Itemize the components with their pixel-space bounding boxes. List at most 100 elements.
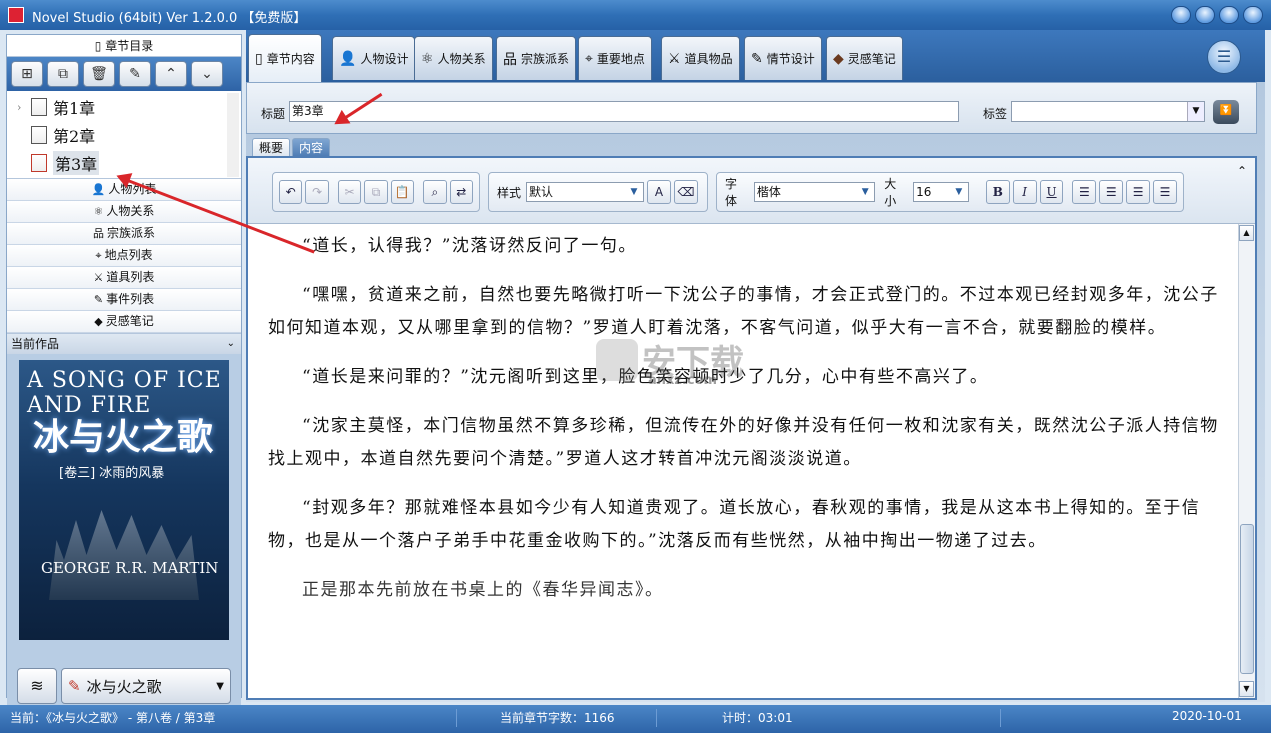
menu-icon: ☰: [1216, 47, 1232, 66]
tab-character-design[interactable]: 👤 人物设计: [332, 36, 416, 80]
align-left-button[interactable]: ☰: [1072, 180, 1097, 204]
subtab-content[interactable]: 内容: [292, 138, 331, 156]
redo-button[interactable]: ↷: [305, 180, 329, 204]
current-work-header[interactable]: 当前作品 ⌄: [7, 334, 241, 354]
dropdown-icon[interactable]: ▼: [216, 681, 224, 692]
plot-icon: ✎: [751, 50, 763, 67]
tree-scrollbar[interactable]: [227, 93, 239, 177]
edit-chapter-button[interactable]: ✎: [119, 61, 151, 87]
title-input[interactable]: 第3章: [289, 101, 959, 122]
add-chapter-button[interactable]: ⊞: [11, 61, 43, 87]
main-menu-button[interactable]: ☰: [1207, 40, 1241, 74]
chapter-label: 第3章: [53, 151, 100, 175]
paste-button[interactable]: 📋: [390, 180, 415, 204]
font-select[interactable]: 楷体 ▼: [753, 182, 876, 202]
nav-item-events[interactable]: ✎ 事件列表: [7, 289, 241, 311]
font-style-button[interactable]: A: [647, 180, 672, 204]
justify-button[interactable]: ☰: [1153, 180, 1177, 204]
dropdown-icon[interactable]: ▼: [1187, 102, 1204, 121]
location-icon: ⌖: [95, 249, 102, 262]
maximize-window-button[interactable]: [1219, 6, 1239, 24]
work-combo[interactable]: ✎ 冰与火之歌 ▼: [61, 668, 231, 704]
watermark: 安下载 anxz.com: [596, 335, 746, 395]
scroll-down-icon[interactable]: ▼: [1239, 681, 1254, 697]
nav-item-notes[interactable]: ◆ 灵感笔记: [7, 311, 241, 333]
expand-icon[interactable]: ›: [17, 101, 31, 114]
book-cover-image: A SONG OF ICE AND FIRE 冰与火之歌 [卷三] 冰雨的风暴 …: [19, 360, 229, 640]
tab-plot-design[interactable]: ✎ 情节设计: [744, 36, 822, 80]
chapter-tree[interactable]: › 第1章 第2章 第3章: [7, 91, 241, 179]
add-subchapter-button[interactable]: ⧉: [47, 61, 79, 87]
collapse-toolbar-icon[interactable]: ⌃: [1237, 164, 1247, 178]
align-center-button[interactable]: ☰: [1099, 180, 1124, 204]
expand-button[interactable]: ⏬: [1213, 100, 1239, 124]
double-chevron-down-icon: ⏬: [1219, 105, 1233, 116]
tab-chapter-content[interactable]: ▯ 章节内容: [248, 34, 322, 82]
subtab-summary[interactable]: 概要: [252, 138, 291, 156]
tag-combo[interactable]: ▼: [1011, 101, 1205, 122]
clear-format-button[interactable]: ⌫: [674, 180, 699, 204]
replace-button[interactable]: ⇄: [449, 180, 473, 204]
scroll-up-icon[interactable]: ▲: [1239, 225, 1254, 241]
notes-icon: ◆: [833, 50, 844, 67]
tab-inspiration-notes[interactable]: ◆ 灵感笔记: [826, 36, 903, 80]
chapter-doc-icon: [31, 154, 47, 172]
chapter-doc-icon: [31, 98, 47, 116]
layers-icon: ≋: [30, 676, 44, 695]
paste-icon: 📋: [394, 185, 410, 199]
chapter-toolbar: ⊞ ⧉ 🗑 ✎ ⌃ ⌄: [7, 57, 241, 91]
align-right-button[interactable]: ☰: [1126, 180, 1151, 204]
document-icon: ▯: [94, 39, 102, 53]
copy-button[interactable]: ⧉: [364, 180, 388, 204]
cut-button[interactable]: ✂: [337, 180, 362, 204]
move-down-button[interactable]: ⌄: [191, 61, 223, 87]
scroll-thumb[interactable]: [1240, 524, 1254, 674]
chapter-label: 第1章: [53, 99, 96, 118]
collapse-icon[interactable]: ⌄: [227, 334, 235, 354]
size-select[interactable]: 16 ▼: [913, 182, 969, 202]
status-bar: 当前：《冰与火之歌》 - 第八卷 / 第3章 当前章节字数：1166 计时：03…: [0, 705, 1271, 733]
editor-area: ⌃ ↶ ↷ ✂ ⧉ 📋 ⌕ ⇄ 样式 默认 ▼ A ⌫ 字体 楷体 ▼ 大小 1…: [246, 156, 1257, 700]
font-color-icon: A: [654, 185, 664, 199]
edit-icon: ✎: [129, 66, 141, 82]
cover-area: A SONG OF ICE AND FIRE 冰与火之歌 [卷三] 冰雨的风暴 …: [7, 354, 241, 664]
status-timer: 计时：03:01: [722, 711, 793, 725]
status-word-count: 当前章节字数：1166: [500, 711, 615, 725]
nav-item-locations[interactable]: ⌖ 地点列表: [7, 245, 241, 267]
bold-button[interactable]: B: [985, 180, 1010, 204]
underline-button[interactable]: U: [1039, 180, 1064, 204]
find-button[interactable]: ⌕: [423, 180, 447, 204]
dropdown-icon: ▼: [861, 187, 869, 197]
redo-icon: ↷: [312, 185, 323, 199]
italic-button[interactable]: I: [1012, 180, 1037, 204]
style-tool-group: 样式 默认 ▼ A ⌫: [488, 172, 708, 212]
move-up-button[interactable]: ⌃: [155, 61, 187, 87]
nav-item-clans[interactable]: 品宗族派系: [7, 223, 241, 245]
add-chapter-icon: ⊞: [21, 66, 33, 82]
chapter-directory-header: ▯ 章节目录: [7, 35, 241, 57]
tab-props[interactable]: ⚔ 道具物品: [661, 36, 740, 80]
main-content: 标题 第3章 标签 ▼ ⏬ 概要 内容 ⌃ ↶ ↷ ✂ ⧉ 📋 ⌕ ⇄ 样式 默…: [246, 82, 1265, 702]
chapter-item[interactable]: 第2章: [7, 121, 241, 149]
style-select[interactable]: 默认 ▼: [526, 182, 645, 202]
tab-clans[interactable]: 品宗族派系: [496, 36, 577, 80]
editor-scrollbar[interactable]: ▲ ▼: [1238, 224, 1255, 698]
text-editor[interactable]: “道长，认得我？”沈落讶然反问了一句。 “嘿嘿，贫道来之前，自然也要先略微打听一…: [248, 224, 1238, 698]
add-subchapter-icon: ⧉: [58, 66, 68, 82]
dropdown-icon: ▼: [630, 187, 638, 197]
status-current: 当前：《冰与火之歌》 - 第八卷 / 第3章: [10, 711, 216, 725]
layers-button[interactable]: ≋: [17, 668, 57, 704]
close-window-button[interactable]: [1243, 6, 1263, 24]
chapter-label: 第2章: [53, 127, 96, 146]
work-selector: ≋ ✎ 冰与火之歌 ▼: [7, 664, 241, 710]
nav-item-props[interactable]: ⚔ 道具列表: [7, 267, 241, 289]
delete-chapter-button[interactable]: 🗑: [83, 61, 115, 87]
app-icon: [8, 7, 24, 23]
help-window-button[interactable]: [1171, 6, 1191, 24]
paragraph: “沈家主莫怪，本门信物虽然不算多珍稀，但流传在外的好像并没有任何一枚和沈家有关，…: [268, 416, 1219, 469]
undo-button[interactable]: ↶: [279, 180, 303, 204]
chapter-item[interactable]: › 第1章: [7, 93, 241, 121]
tab-locations[interactable]: ⌖ 重要地点: [578, 36, 652, 80]
minimize-window-button[interactable]: [1195, 6, 1215, 24]
tab-character-relations[interactable]: ⚛ 人物关系: [414, 36, 493, 80]
